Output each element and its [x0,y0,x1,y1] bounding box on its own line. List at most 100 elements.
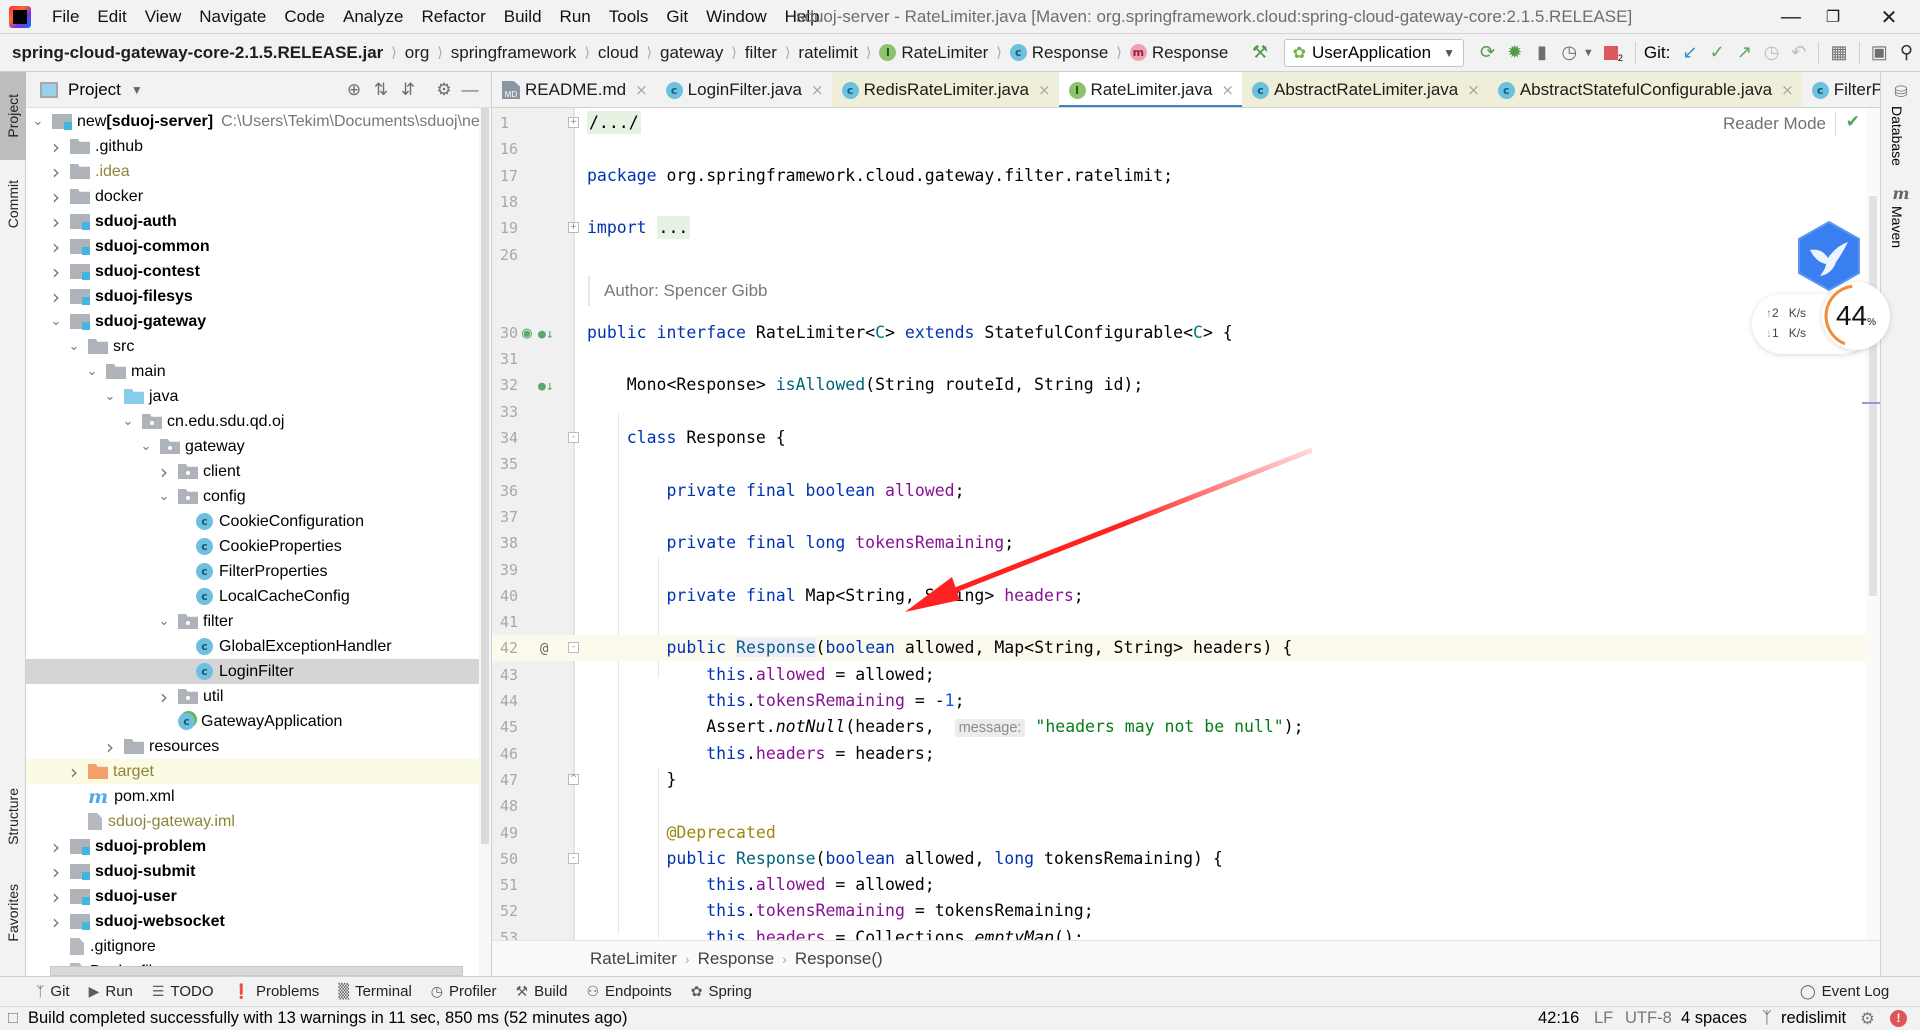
close-tab-icon[interactable]: × [635,81,648,99]
git-push-icon[interactable]: ↗ [1731,39,1758,67]
indent-setting[interactable]: 4 spaces [1681,1009,1747,1028]
tool-todo[interactable]: ☰ TODO [152,983,214,1000]
crumb-ratelimiter[interactable]: I RateLimiter [879,43,988,63]
tool-run[interactable]: ▶ Run [89,983,133,1000]
chevron-right-icon[interactable]: › [102,735,118,759]
chevron-down-icon[interactable]: ⌄ [48,314,64,329]
project-tool-tab[interactable]: Project [0,72,26,160]
tree-item[interactable]: ⌄ new [sduoj-server] C:\Users\Tekim\Docume… [26,109,491,134]
code-line[interactable]: 16 [492,136,1880,162]
close-tab-icon[interactable]: × [811,81,824,99]
crumb-springframework[interactable]: springframework [451,43,577,63]
tree-item[interactable]: ⌄ filter [26,609,491,634]
expand-all-icon[interactable]: ⇅ [369,78,393,102]
chevron-down-icon[interactable]: ⌄ [138,439,154,454]
code-line[interactable]: 34 class Response {- [492,425,1880,451]
tree-item[interactable]: sduoj-gateway.iml [26,809,491,834]
chevron-right-icon[interactable]: › [48,210,64,234]
code-line[interactable]: 30 public interface RateLimiter<C> extend… [492,320,1880,346]
reader-mode-button[interactable]: Reader Mode [1723,114,1826,134]
code-line[interactable]: 44 this.tokensRemaining = -1; [492,688,1880,714]
menu-analyze[interactable]: Analyze [334,0,412,34]
tool-event-log[interactable]: ◯ Event Log [1800,983,1889,1000]
status-message[interactable]: Build completed successfully with 13 war… [28,1009,628,1028]
gear-icon[interactable]: ⚙ [432,78,456,102]
tree-item[interactable]: › sduoj-submit [26,859,491,884]
download-accelerator-widget[interactable]: ↑2 K/s ↓1 K/s 44% [1748,176,1920,376]
git-update-icon[interactable]: ↙ [1676,39,1703,67]
menu-tools[interactable]: Tools [600,0,658,34]
presentation-icon[interactable]: ▣ [1866,39,1893,67]
commit-tool-tab[interactable]: Commit [0,164,26,244]
code-line[interactable]: 46 this.headers = headers; [492,741,1880,767]
close-tab-icon[interactable]: × [1221,81,1234,99]
scroll-thumb[interactable] [481,108,489,844]
chevron-right-icon[interactable]: › [48,910,64,934]
chevron-down-icon[interactable]: ▼ [131,83,143,97]
implemented-icon[interactable]: ◉ [522,320,532,346]
favorites-tool-tab[interactable]: Favorites [0,868,26,958]
project-view-select[interactable]: Project [68,80,121,100]
tree-item[interactable]: ⌄ sduoj-gateway [26,309,491,334]
crumb-gateway[interactable]: gateway [660,43,723,63]
chevron-right-icon[interactable]: › [156,460,172,484]
editor-tab[interactable]: c RedisRateLimiter.java × [831,72,1059,107]
tool-profiler[interactable]: ◷ Profiler [431,983,497,1000]
implementations-icon[interactable]: ●↓ [538,320,554,348]
code-line[interactable]: 1 /.../ + [492,110,1880,136]
stop-button[interactable]: 2 [1600,39,1627,67]
tree-item[interactable]: ⌄ main [26,359,491,384]
rerun-icon[interactable]: ⟳ [1474,39,1501,67]
menu-code[interactable]: Code [275,0,334,34]
tree-item[interactable]: › docker [26,184,491,209]
menu-refactor[interactable]: Refactor [412,0,494,34]
chevron-down-icon[interactable]: ⌄ [66,339,82,354]
tree-item[interactable]: c GlobalExceptionHandler [26,634,491,659]
code-line[interactable]: 42 public Response(boolean allowed, Map<… [492,635,1880,662]
tool-problems[interactable]: ❗ Problems [233,983,320,1000]
annotation-gutter-icon[interactable]: @ [540,635,548,662]
editor-tab[interactable]: MD README.md × [492,72,656,107]
editor-crumb-constructor[interactable]: Response() [795,949,883,969]
tree-item[interactable]: › sduoj-contest [26,259,491,284]
code-line[interactable]: 31 [492,346,1880,372]
tree-item[interactable]: › sduoj-auth [26,209,491,234]
editor-tab[interactable]: cFilterPrc [1802,72,1880,107]
chevron-right-icon[interactable]: › [48,160,64,184]
close-tab-icon[interactable]: × [1467,81,1480,99]
implementations-icon[interactable]: ●↓ [538,372,554,400]
editor-tab[interactable]: c AbstractRateLimiter.java × [1241,72,1488,107]
chevron-down-icon[interactable]: ⌄ [102,389,118,404]
code-line[interactable]: 47 } ^ [492,767,1880,793]
tree-item[interactable]: m pom.xml [26,784,491,809]
code-line[interactable]: 39 [492,557,1880,583]
line-separator[interactable]: LF [1594,1009,1613,1028]
chevron-right-icon[interactable]: › [48,885,64,909]
hide-panel-icon[interactable]: — [458,78,482,102]
editor-tab[interactable]: c LoginFilter.java × [656,72,832,107]
code-line[interactable]: 45 Assert.notNull(headers, message: "hea… [492,714,1880,740]
tree-item[interactable]: ⌄ config [26,484,491,509]
chevron-right-icon[interactable]: › [48,260,64,284]
project-scrollbar[interactable] [479,108,491,976]
chevron-down-icon[interactable]: ⌄ [156,614,172,629]
tree-item[interactable]: ⌄ cn.edu.sdu.qd.oj [26,409,491,434]
crumb-org[interactable]: org [405,43,430,63]
code-line[interactable]: 51 this.allowed = allowed; [492,872,1880,898]
chevron-right-icon[interactable]: › [48,285,64,309]
code-line[interactable]: 40 private final Map<String, String> hea… [492,583,1880,609]
code-line[interactable]: 52 this.tokensRemaining = tokensRemainin… [492,898,1880,924]
close-window-button[interactable]: ✕ [1866,0,1912,34]
collapse-fold-icon[interactable]: - [568,432,579,443]
fold-end-icon[interactable]: ^ [568,773,579,785]
project-horizontal-scrollbar[interactable] [50,966,463,976]
crumb-response-class[interactable]: c Response [1009,43,1108,63]
git-commit-icon[interactable]: ✓ [1704,39,1731,67]
chevron-right-icon[interactable]: › [48,135,64,159]
project-structure-icon[interactable]: ▦ [1825,39,1852,67]
close-tab-icon[interactable]: × [1038,81,1051,99]
crumb-response-method[interactable]: m Response [1129,43,1228,63]
code-line[interactable]: 43 this.allowed = allowed; [492,662,1880,688]
tree-item[interactable]: c CookieProperties [26,534,491,559]
menu-view[interactable]: View [136,0,191,34]
